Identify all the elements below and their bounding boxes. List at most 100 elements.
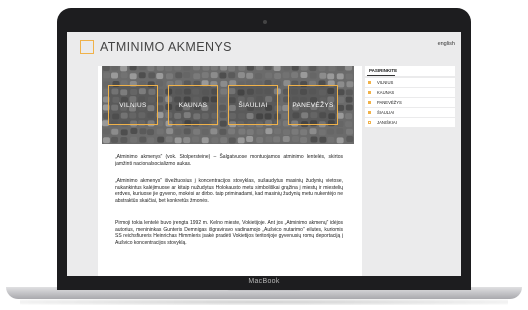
cobblestone	[129, 66, 137, 71]
cobblestone	[120, 129, 128, 136]
cobblestone	[292, 136, 300, 143]
cobblestone	[102, 128, 110, 135]
city-label: ŠIAULIAI	[238, 101, 268, 109]
cobblestone	[156, 128, 164, 135]
site-title[interactable]: ATMINIMO AKMENYS	[100, 40, 232, 54]
cobblestone	[255, 66, 263, 71]
body-paragraph: „Atminimo akmenys“ išvežtuosius į koncen…	[115, 178, 343, 204]
sidebar-item-label: VILNIUS	[377, 80, 394, 85]
cobblestone	[103, 72, 111, 79]
language-link[interactable]: english	[438, 41, 455, 47]
cobblestone	[246, 66, 254, 71]
sidebar-item-label: JANIŠKIAI	[377, 120, 397, 125]
cobblestone	[246, 136, 254, 143]
sidebar-item-kaunas[interactable]: KAUNAS	[365, 88, 455, 97]
cobblestone	[345, 66, 353, 71]
cobblestone	[327, 73, 335, 80]
city-tile-panevezys[interactable]: PANEVĖŽYS	[288, 85, 338, 125]
cobblestone	[318, 129, 326, 136]
bullet-icon	[368, 101, 371, 104]
cobblestone	[319, 136, 327, 143]
sidebar-item-panevezys[interactable]: PANEVĖŽYS	[365, 98, 455, 107]
cobblestone	[111, 72, 119, 79]
cobblestone	[120, 72, 128, 79]
cobblestone	[309, 66, 317, 72]
cobblestone	[165, 136, 173, 143]
cobblestone	[237, 72, 245, 79]
cobblestone	[219, 72, 227, 79]
cobblestone	[336, 137, 344, 144]
cobblestone	[246, 129, 254, 136]
sidebar-item-janiskiai[interactable]: JANIŠKIAI	[365, 118, 455, 127]
cobblestone	[138, 66, 146, 71]
cobblestone	[192, 136, 200, 143]
cobblestone	[219, 104, 227, 111]
cobblestone	[300, 129, 308, 136]
cobblestone	[246, 72, 254, 79]
city-label: VILNIUS	[119, 101, 147, 109]
cobblestone	[210, 128, 218, 135]
cobblestone	[210, 66, 218, 71]
city-tile-vilnius[interactable]: VILNIUS	[108, 85, 158, 125]
cobblestone	[228, 137, 236, 144]
cobblestone	[300, 72, 308, 79]
cobblestone	[309, 72, 317, 79]
body-paragraph: Pirmoji tokia lentelė buvo įrengta 1992 …	[115, 220, 343, 246]
bullet-icon	[368, 121, 371, 124]
cobblestone	[345, 128, 353, 135]
cobblestone	[238, 66, 246, 71]
cobblestone	[310, 136, 318, 143]
bullet-icon	[368, 81, 371, 84]
cobblestone	[220, 66, 228, 71]
cobblestone	[337, 81, 345, 88]
cobblestone	[219, 96, 227, 103]
cobblestone	[327, 128, 335, 135]
city-tile-kaunas[interactable]: KAUNAS	[168, 85, 218, 125]
cobblestone	[219, 128, 227, 135]
cobblestone	[193, 128, 201, 135]
sidebar-item-vilnius[interactable]: VILNIUS	[365, 78, 455, 87]
cobblestone	[345, 104, 353, 111]
hero-banner: VILNIUS KAUNAS ŠIAULIAI PANEVĖŽYS	[102, 66, 354, 144]
cobblestone	[337, 104, 345, 111]
cobblestone	[219, 120, 227, 127]
city-tile-siauliai[interactable]: ŠIAULIAI	[228, 85, 278, 125]
cobblestone	[202, 66, 210, 71]
cobblestone	[228, 72, 236, 79]
cobblestone	[273, 66, 281, 72]
cobblestone	[346, 81, 354, 88]
cobblestone	[309, 128, 317, 135]
cobblestone	[228, 128, 236, 135]
cobblestone	[283, 66, 291, 71]
sidebar-item-siauliai[interactable]: ŠIAULIAI	[365, 108, 455, 117]
logo-icon[interactable]	[80, 40, 94, 54]
cobblestone	[318, 66, 326, 72]
cobblestone	[210, 72, 218, 79]
cobblestone	[282, 72, 290, 79]
sidebar-item-label: ŠIAULIAI	[377, 110, 395, 115]
cobblestone	[201, 72, 209, 79]
cobblestone	[345, 73, 353, 80]
bullet-icon	[368, 91, 371, 94]
bullet-icon	[368, 111, 371, 114]
sidebar-header: PASIRINKITE	[365, 66, 455, 76]
cobblestone	[237, 137, 245, 144]
site-header: ATMINIMO AKMENYS english	[67, 32, 461, 66]
cobblestone	[282, 136, 290, 143]
city-label: PANEVĖŽYS	[292, 101, 334, 109]
cobblestone	[147, 129, 155, 136]
sidebar: PASIRINKITE VILNIUS KAUNAS PANEVĖŽYS ŠIA…	[363, 66, 461, 276]
sidebar-list: VILNIUS KAUNAS PANEVĖŽYS ŠIAULIAI JANIŠK…	[365, 78, 455, 128]
cobblestone	[148, 72, 156, 79]
cobblestone	[175, 72, 183, 79]
cobblestone	[174, 128, 182, 135]
cobblestone	[336, 73, 344, 80]
cobblestone	[139, 128, 147, 135]
cobblestone	[274, 128, 282, 135]
cobblestone	[265, 136, 273, 143]
cobblestone	[183, 66, 191, 71]
cobblestone	[265, 128, 273, 135]
cobblestone	[102, 137, 110, 144]
cobblestone	[345, 113, 353, 120]
cobblestone	[174, 137, 182, 144]
